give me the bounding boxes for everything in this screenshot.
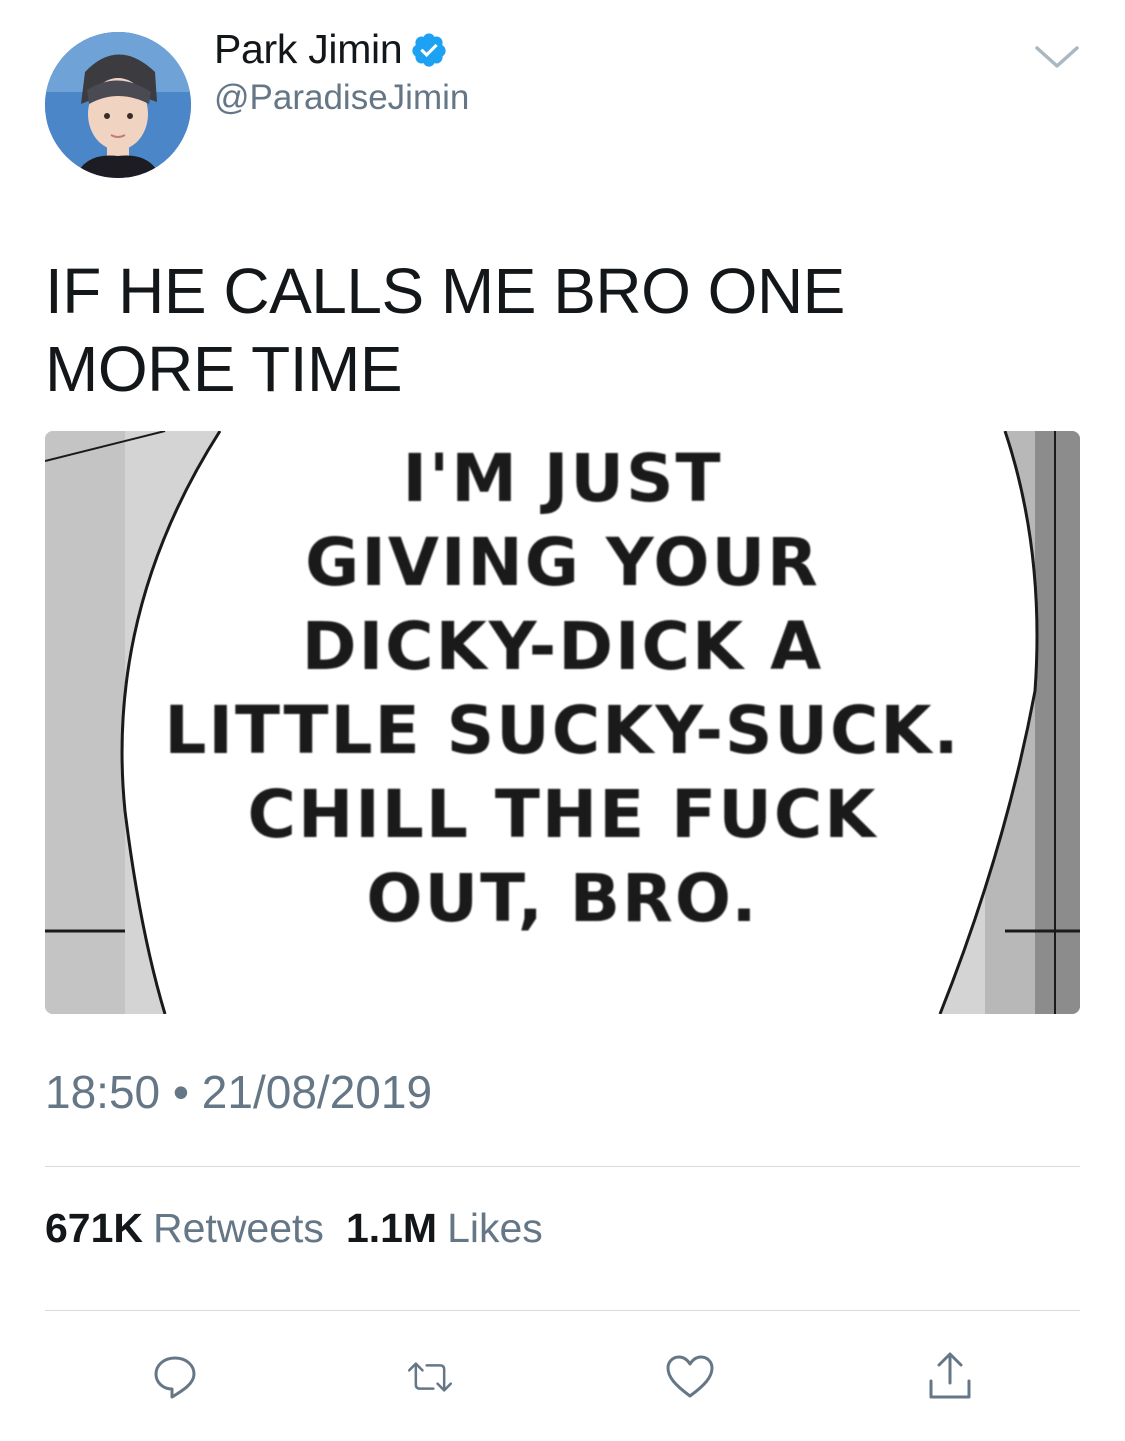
chevron-down-icon[interactable] [1033,42,1081,72]
divider [45,1310,1080,1311]
retweet-icon [407,1362,453,1392]
timestamp-separator: • [172,1066,190,1118]
retweet-button[interactable] [405,1352,455,1402]
manga-text-line: I'M JUST [402,440,723,517]
manga-text-line: LITTLE SUCKY-SUCK. [164,692,961,769]
manga-speech-text: I'M JUST GIVING YOUR DICKY-DICK A LITTLE… [45,431,1080,1014]
tweet-date: 21/08/2019 [201,1066,433,1118]
tweet-media-image[interactable]: I'M JUST GIVING YOUR DICKY-DICK A LITTLE… [45,431,1080,1014]
author-handle[interactable]: @ParadiseJimin [214,78,469,118]
reply-button[interactable] [150,1352,200,1402]
likes-count[interactable]: 1.1M [346,1205,437,1252]
retweets-count[interactable]: 671K [45,1205,143,1252]
reply-icon [154,1356,196,1399]
divider [45,1166,1080,1167]
tweet-text: IF HE CALLS ME BRO ONE MORE TIME [45,255,845,405]
share-button[interactable] [925,1352,975,1402]
tweet-stats: 671K Retweets 1.1M Likes [45,1205,565,1252]
like-button[interactable] [665,1352,715,1402]
author-name[interactable]: Park Jimin [214,26,403,73]
like-icon [666,1355,714,1398]
likes-label[interactable]: Likes [447,1205,543,1252]
tweet-time: 18:50 [45,1066,161,1118]
author-avatar[interactable] [45,32,191,178]
retweets-label[interactable]: Retweets [153,1205,324,1252]
manga-text-line: DICKY-DICK A [301,608,824,685]
manga-text-line: GIVING YOUR [305,524,820,601]
avatar-image [45,32,191,178]
share-icon [929,1352,971,1399]
author-name-row[interactable]: Park Jimin [214,26,448,73]
manga-text-line: CHILL THE FUCK [247,776,878,853]
verified-badge-icon [412,32,446,67]
tweet-timestamp[interactable]: 18:50 • 21/08/2019 [45,1065,432,1119]
manga-text-line: OUT, BRO. [366,860,759,937]
